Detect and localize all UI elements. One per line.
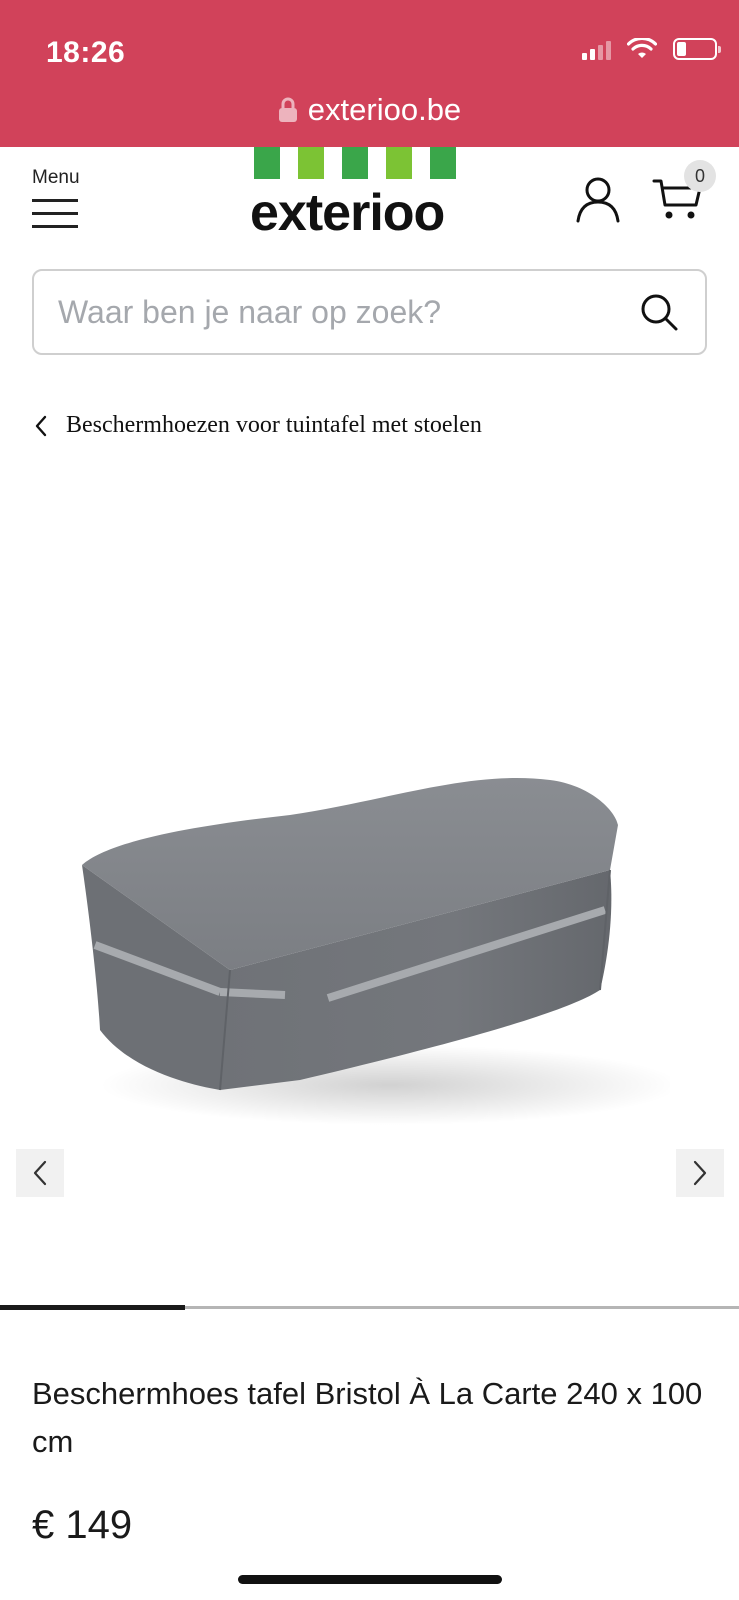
wifi-icon — [627, 38, 657, 58]
product-title: Beschermhoes tafel Bristol À La Carte 24… — [32, 1376, 703, 1459]
status-icons — [582, 38, 721, 60]
logo-bars — [254, 147, 490, 179]
battery-icon — [673, 38, 721, 60]
home-indicator — [238, 1575, 502, 1584]
product-gallery[interactable] — [0, 470, 739, 1310]
product-image — [82, 778, 670, 1125]
product-price: € 149 — [32, 1503, 133, 1547]
logo-bar — [386, 147, 412, 179]
search-bar — [32, 269, 707, 355]
search-icon[interactable] — [639, 292, 679, 332]
lock-icon — [278, 97, 297, 122]
browser-top-bar: 18:26 exterioo.be — [0, 0, 739, 147]
cart-count-badge: 0 — [684, 160, 716, 192]
signal-icon — [582, 38, 611, 60]
search-input[interactable] — [58, 293, 639, 331]
hamburger-icon — [32, 199, 102, 228]
logo-text: exterioo — [250, 184, 445, 242]
status-time: 18:26 — [46, 36, 126, 69]
logo-bar — [254, 147, 280, 179]
user-icon[interactable] — [574, 175, 622, 223]
page: 18:26 exterioo.be Menu exterioo 0 Waar b… — [0, 0, 739, 1600]
site-header: Menu exterioo — [0, 147, 739, 257]
logo[interactable]: exterioo — [250, 147, 490, 247]
menu-label: Menu — [32, 167, 80, 188]
chevron-left-icon — [35, 415, 47, 436]
breadcrumb-label[interactable]: Beschermhoezen voor tuintafel met stoele… — [66, 412, 482, 439]
gallery-prev-button[interactable] — [16, 1149, 64, 1197]
address-bar[interactable]: exterioo.be — [0, 88, 739, 132]
logo-bar — [342, 147, 368, 179]
chevron-right-icon — [693, 1160, 707, 1186]
gallery-next-button[interactable] — [676, 1149, 724, 1197]
breadcrumb[interactable]: Beschermhoezen voor tuintafel met stoele… — [34, 412, 482, 439]
chevron-left-icon — [33, 1160, 47, 1186]
url-text[interactable]: exterioo.be — [308, 92, 461, 128]
menu-button[interactable]: Menu — [32, 167, 102, 238]
logo-bar — [430, 147, 456, 179]
logo-bar — [298, 147, 324, 179]
gallery-progress-fill — [0, 1305, 185, 1310]
